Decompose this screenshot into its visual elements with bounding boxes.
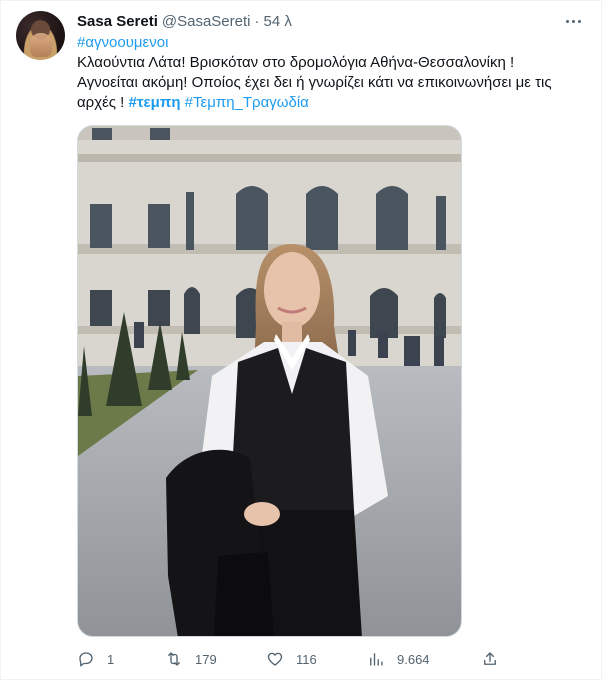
tweet-time[interactable]: 54 λ [264,13,292,30]
photo-illustration [78,126,461,636]
author-handle[interactable]: @SasaSereti [162,13,251,30]
views-chart-icon [370,653,383,666]
heart-icon [267,652,283,666]
tweet-text: #αγνοουμενοι Κλαούντια Λάτα! Βρισκόταν σ… [77,33,582,113]
views-button[interactable]: 9.664 [367,645,430,673]
more-dots-icon[interactable] [559,9,587,33]
tweet-actions: 1 179 116 9.664 [77,645,507,673]
tweet-header: Sasa Sereti @SasaSereti · 54 λ [77,11,292,31]
hashtag-tempi[interactable]: #τεμπη [129,94,181,111]
hashtag-tempi-tragodia[interactable]: #Τεμπη_Τραγωδία [185,94,309,111]
retweet-count: 179 [195,651,217,667]
author-name[interactable]: Sasa Sereti [77,13,158,30]
hashtag-agnooumenoi[interactable]: #αγνοουμενοι [77,34,168,51]
tweet-text-line-3: αρχές ! [77,94,125,111]
share-button[interactable] [481,645,499,673]
reply-count: 1 [107,651,115,667]
views-count: 9.664 [397,651,430,667]
tweet-card[interactable]: Sasa Sereti @SasaSereti · 54 λ #αγνοουμε… [0,0,602,680]
author-avatar[interactable] [16,11,65,60]
share-icon [484,652,496,665]
retweet-button[interactable]: 179 [165,645,217,673]
tweet-text-line-1: Κλαούντια Λάτα! Βρισκόταν στο δρομολόγια… [77,54,515,71]
like-button[interactable]: 116 [266,645,317,673]
separator-dot: · [254,12,260,30]
reply-icon [79,652,93,667]
tweet-photo[interactable] [77,125,462,637]
reply-button[interactable]: 1 [77,645,114,673]
tweet-text-line-2: Αγνοείται ακόμη! Οποίος έχει δει ή γνωρί… [77,74,552,91]
like-count: 116 [296,651,317,667]
retweet-icon [168,652,180,666]
